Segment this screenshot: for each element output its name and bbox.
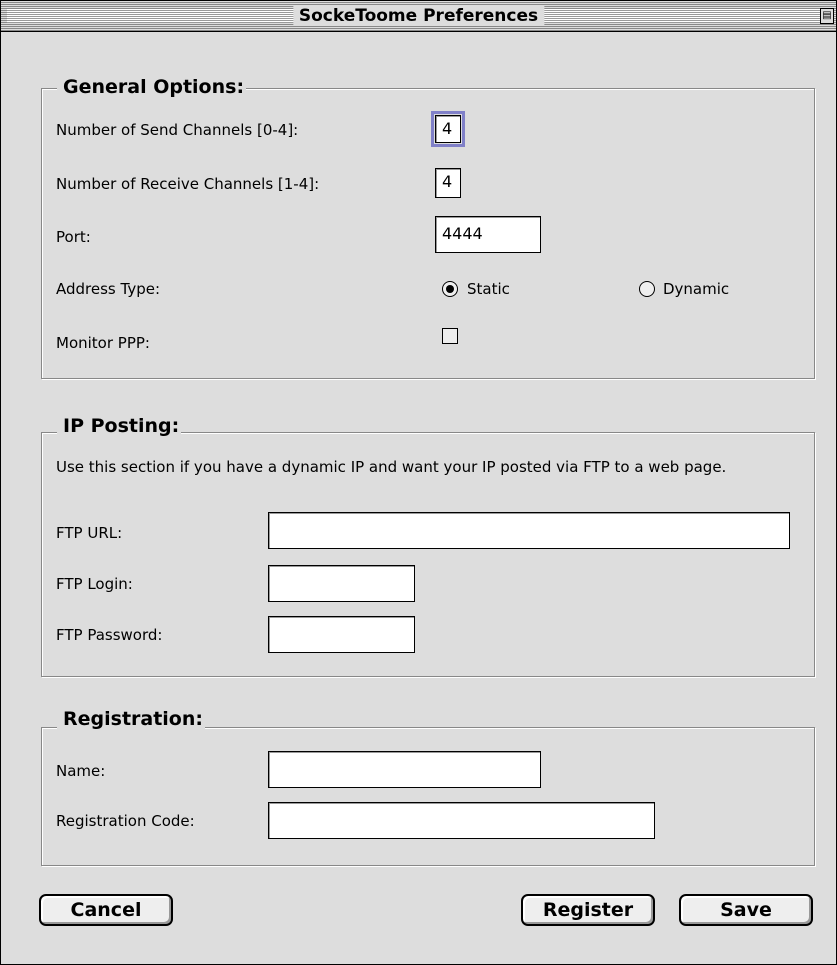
registration-code-label: Registration Code: (56, 812, 195, 830)
save-button[interactable]: Save (679, 894, 813, 926)
register-button[interactable]: Register (521, 894, 655, 926)
window-title: SockeToome Preferences (292, 6, 545, 26)
dynamic-radio[interactable] (639, 281, 655, 297)
registration-group (41, 727, 815, 866)
send-channels-field[interactable]: 4 (431, 111, 465, 147)
ftp-url-label: FTP URL: (56, 524, 123, 542)
monitor-ppp-label: Monitor PPP: (56, 334, 150, 352)
static-radio-label[interactable]: Static (467, 279, 510, 299)
ip-posting-legend: IP Posting: (57, 414, 182, 438)
registration-legend: Registration: (57, 707, 205, 731)
static-radio[interactable] (442, 281, 458, 297)
receive-channels-field[interactable]: 4 (435, 168, 461, 198)
general-options-legend: General Options: (57, 75, 247, 99)
ftp-login-field[interactable] (268, 565, 415, 602)
ip-posting-description: Use this section if you have a dynamic I… (56, 458, 727, 476)
dynamic-radio-label[interactable]: Dynamic (663, 279, 729, 299)
cancel-button[interactable]: Cancel (39, 894, 173, 926)
title-bar[interactable]: SockeToome Preferences ▤ (1, 1, 836, 32)
ftp-login-label: FTP Login: (56, 575, 133, 593)
receive-channels-label: Number of Receive Channels [1-4]: (56, 175, 320, 193)
address-type-label: Address Type: (56, 280, 161, 298)
preferences-window: SockeToome Preferences ▤ General Options… (0, 0, 837, 965)
ftp-password-label: FTP Password: (56, 626, 163, 644)
ftp-password-field[interactable] (268, 616, 415, 653)
monitor-ppp-checkbox[interactable] (442, 328, 458, 344)
collapse-box-icon[interactable]: ▤ (820, 8, 834, 24)
registration-code-field[interactable] (268, 802, 655, 839)
send-channels-label: Number of Send Channels [0-4]: (56, 121, 299, 139)
ftp-url-field[interactable] (268, 512, 790, 549)
port-label: Port: (56, 228, 91, 246)
name-field[interactable] (268, 751, 541, 788)
name-label: Name: (56, 762, 106, 780)
port-field[interactable]: 4444 (435, 216, 541, 253)
